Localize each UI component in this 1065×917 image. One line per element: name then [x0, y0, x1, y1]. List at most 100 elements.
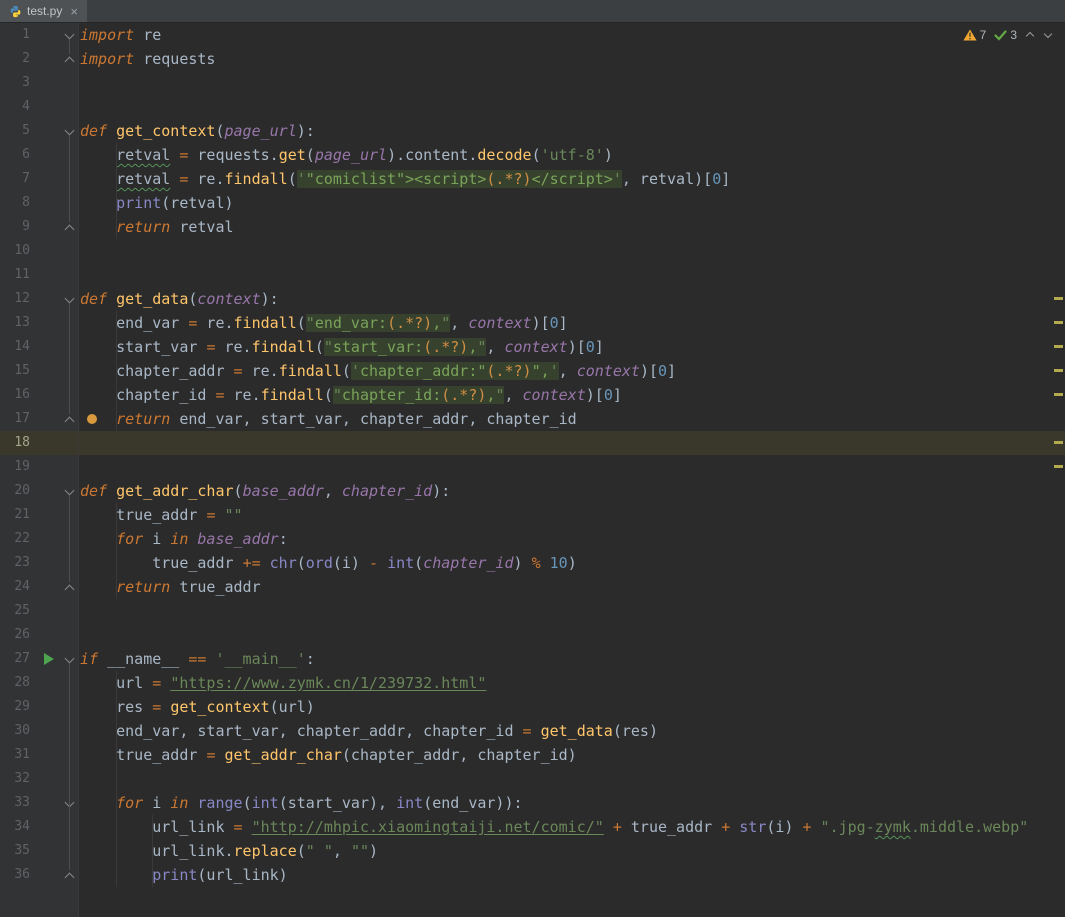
line-number[interactable]: 35: [14, 839, 30, 863]
editor-line[interactable]: 6 retval = requests.get(page_url).conten…: [0, 143, 1065, 167]
code-text[interactable]: res = get_context(url): [79, 695, 1065, 719]
editor-line[interactable]: 9 return retval: [0, 215, 1065, 239]
fold-end-icon[interactable]: [63, 215, 76, 239]
code-text[interactable]: url_link = "http://mhpic.xiaomingtaiji.n…: [79, 815, 1065, 839]
editor-line[interactable]: 25: [0, 599, 1065, 623]
gutter-cell[interactable]: 30: [0, 719, 79, 743]
code-text[interactable]: return true_addr: [79, 575, 1065, 599]
editor-line[interactable]: 26: [0, 623, 1065, 647]
editor-line[interactable]: 27 if __name__ == '__main__':: [0, 647, 1065, 671]
gutter-cell[interactable]: 20: [0, 479, 79, 503]
line-number[interactable]: 24: [14, 575, 30, 599]
gutter-cell[interactable]: 17: [0, 407, 79, 431]
code-text[interactable]: [79, 263, 1065, 287]
error-stripe-mark[interactable]: [1054, 321, 1063, 324]
line-number[interactable]: 22: [14, 527, 30, 551]
gutter-cell[interactable]: 33: [0, 791, 79, 815]
tab-close-icon[interactable]: ×: [70, 5, 78, 18]
code-text[interactable]: true_addr = get_addr_char(chapter_addr, …: [79, 743, 1065, 767]
error-stripe-mark[interactable]: [1054, 369, 1063, 372]
line-number[interactable]: 27: [14, 647, 30, 671]
code-text[interactable]: return retval: [79, 215, 1065, 239]
line-number[interactable]: 6: [22, 143, 30, 167]
gutter-cell[interactable]: 35: [0, 839, 79, 863]
code-text[interactable]: [79, 95, 1065, 119]
gutter-cell[interactable]: 9: [0, 215, 79, 239]
editor-line[interactable]: 28 url = "https://www.zymk.cn/1/239732.h…: [0, 671, 1065, 695]
fold-start-icon[interactable]: [63, 479, 76, 503]
line-number[interactable]: 31: [14, 743, 30, 767]
fold-end-icon[interactable]: [63, 863, 76, 887]
gutter-cell[interactable]: 16: [0, 383, 79, 407]
error-stripe-mark[interactable]: [1054, 441, 1063, 444]
editor-line[interactable]: 4: [0, 95, 1065, 119]
editor-line[interactable]: 7 retval = re.findall('"comiclist"><scri…: [0, 167, 1065, 191]
editor-line[interactable]: 24 return true_addr: [0, 575, 1065, 599]
gutter-cell[interactable]: 26: [0, 623, 79, 647]
editor-line[interactable]: 5def get_context(page_url):: [0, 119, 1065, 143]
code-text[interactable]: for i in range(int(start_var), int(end_v…: [79, 791, 1065, 815]
code-text[interactable]: [79, 431, 1065, 455]
editor-line[interactable]: 16 chapter_id = re.findall("chapter_id:(…: [0, 383, 1065, 407]
line-number[interactable]: 30: [14, 719, 30, 743]
line-number[interactable]: 25: [14, 599, 30, 623]
editor-line[interactable]: 33 for i in range(int(start_var), int(en…: [0, 791, 1065, 815]
line-number[interactable]: 26: [14, 623, 30, 647]
gutter-cell[interactable]: 13: [0, 311, 79, 335]
gutter-cell[interactable]: 14: [0, 335, 79, 359]
line-number[interactable]: 7: [22, 167, 30, 191]
code-text[interactable]: [79, 239, 1065, 263]
editor-line[interactable]: 17 return end_var, start_var, chapter_ad…: [0, 407, 1065, 431]
gutter-cell[interactable]: 27: [0, 647, 79, 671]
editor-line[interactable]: 8 print(retval): [0, 191, 1065, 215]
line-number[interactable]: 10: [14, 239, 30, 263]
prev-problem-button[interactable]: [1025, 30, 1035, 40]
code-text[interactable]: for i in base_addr:: [79, 527, 1065, 551]
gutter-cell[interactable]: 3: [0, 71, 79, 95]
warnings-indicator[interactable]: 7: [963, 28, 987, 42]
line-number[interactable]: 15: [14, 359, 30, 383]
editor-line[interactable]: 22 for i in base_addr:: [0, 527, 1065, 551]
editor-line[interactable]: 23 true_addr += chr(ord(i) - int(chapter…: [0, 551, 1065, 575]
code-text[interactable]: chapter_addr = re.findall('chapter_addr:…: [79, 359, 1065, 383]
run-line-icon[interactable]: [44, 653, 54, 665]
gutter-cell[interactable]: 28: [0, 671, 79, 695]
editor-line[interactable]: 35 url_link.replace(" ", ""): [0, 839, 1065, 863]
gutter-cell[interactable]: 12: [0, 287, 79, 311]
gutter-cell[interactable]: 18: [0, 431, 79, 455]
next-problem-button[interactable]: [1043, 30, 1053, 40]
gutter-cell[interactable]: 25: [0, 599, 79, 623]
line-number[interactable]: 19: [14, 455, 30, 479]
gutter-cell[interactable]: 10: [0, 239, 79, 263]
code-text[interactable]: def get_addr_char(base_addr, chapter_id)…: [79, 479, 1065, 503]
code-text[interactable]: url = "https://www.zymk.cn/1/239732.html…: [79, 671, 1065, 695]
line-number[interactable]: 20: [14, 479, 30, 503]
line-number[interactable]: 34: [14, 815, 30, 839]
editor-line[interactable]: 32: [0, 767, 1065, 791]
line-number[interactable]: 28: [14, 671, 30, 695]
line-number[interactable]: 36: [14, 863, 30, 887]
line-number[interactable]: 13: [14, 311, 30, 335]
editor-line[interactable]: 18: [0, 431, 1065, 455]
code-text[interactable]: true_addr += chr(ord(i) - int(chapter_id…: [79, 551, 1065, 575]
editor-line[interactable]: 11: [0, 263, 1065, 287]
code-text[interactable]: [79, 71, 1065, 95]
code-text[interactable]: end_var = re.findall("end_var:(.*?),", c…: [79, 311, 1065, 335]
editor-line[interactable]: 2import requests: [0, 47, 1065, 71]
code-text[interactable]: return end_var, start_var, chapter_addr,…: [79, 407, 1065, 431]
error-stripe-mark[interactable]: [1054, 393, 1063, 396]
code-text[interactable]: if __name__ == '__main__':: [79, 647, 1065, 671]
line-number[interactable]: 29: [14, 695, 30, 719]
editor-line[interactable]: 3: [0, 71, 1065, 95]
line-number[interactable]: 16: [14, 383, 30, 407]
fold-start-icon[interactable]: [63, 647, 76, 671]
editor-line[interactable]: 36 print(url_link): [0, 863, 1065, 887]
fold-end-icon[interactable]: [63, 575, 76, 599]
line-number[interactable]: 23: [14, 551, 30, 575]
code-text[interactable]: print(retval): [79, 191, 1065, 215]
line-number[interactable]: 2: [22, 47, 30, 71]
gutter-cell[interactable]: 23: [0, 551, 79, 575]
fold-start-icon[interactable]: [63, 791, 76, 815]
line-number[interactable]: 9: [22, 215, 30, 239]
gutter-cell[interactable]: 8: [0, 191, 79, 215]
